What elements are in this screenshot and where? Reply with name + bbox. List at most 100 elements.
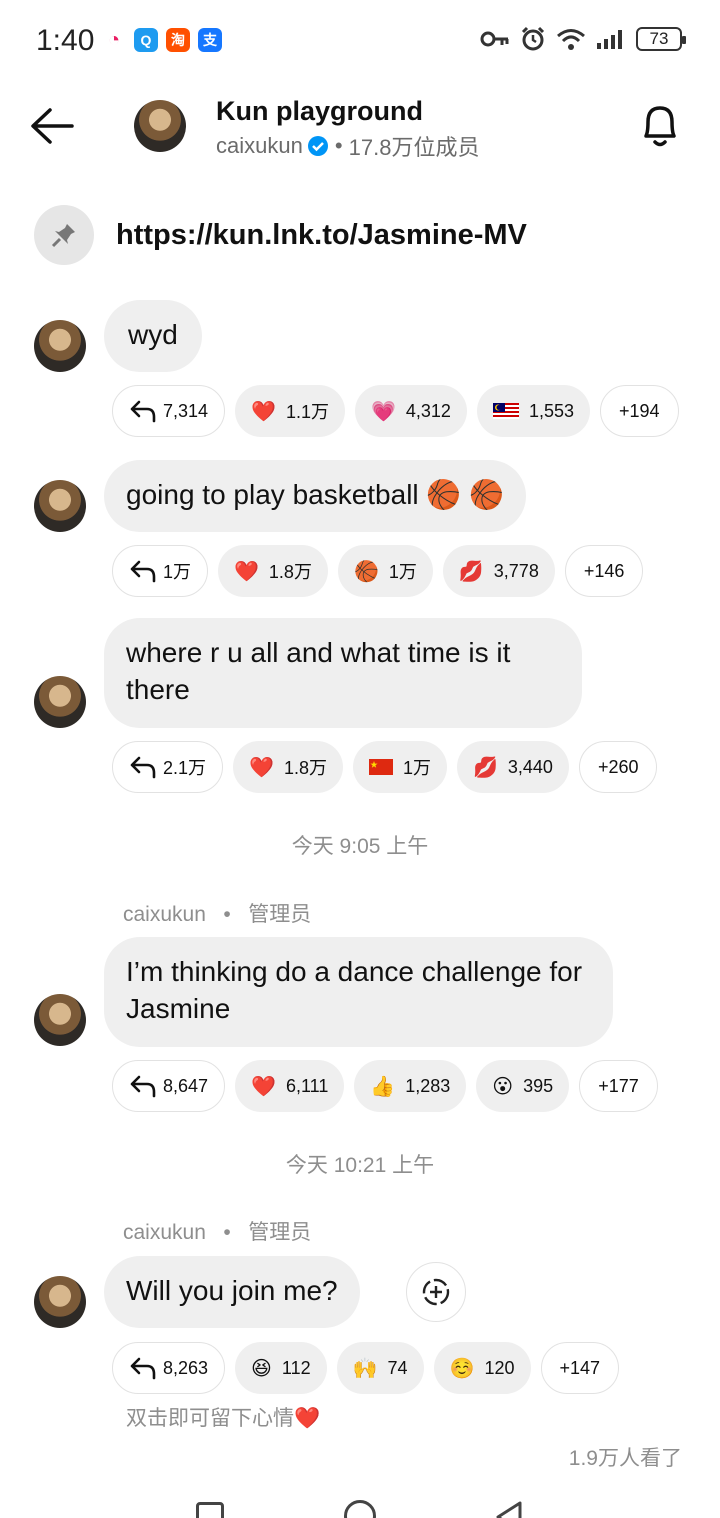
reply-icon xyxy=(130,1357,156,1380)
channel-title[interactable]: Kun playground xyxy=(216,96,423,127)
reply-button[interactable]: 8,647 xyxy=(112,1060,226,1112)
message-bubble[interactable]: wyd xyxy=(104,300,202,372)
avatar[interactable] xyxy=(34,994,86,1046)
sender-dot: • xyxy=(223,1221,231,1244)
reaction-row: 1万 ❤️ 1.8万 🏀 1万 💋 3,778 +146 xyxy=(112,545,644,597)
kiss-emoji-icon: 💋 xyxy=(472,756,498,779)
member-count: 17.8万位成员 xyxy=(348,135,480,160)
reaction-count: 1.1万 xyxy=(285,402,329,422)
reaction-count: 74 xyxy=(387,1357,408,1378)
china-flag-icon xyxy=(368,759,393,775)
reaction-chip[interactable]: ❤️ 6,111 xyxy=(235,1060,345,1112)
reply-count: 8,263 xyxy=(163,1357,209,1378)
more-reactions-button[interactable]: +146 xyxy=(564,545,644,597)
reply-button[interactable]: 7,314 xyxy=(112,385,226,437)
basketball-emoji-icon: 🏀 xyxy=(353,560,379,583)
reply-icon xyxy=(130,1075,156,1098)
qq-browser-icon: Q xyxy=(134,28,158,52)
reaction-chip[interactable]: 👍 1,283 xyxy=(354,1060,467,1112)
verified-badge-icon xyxy=(307,136,328,156)
more-reactions-button[interactable]: +194 xyxy=(599,385,679,437)
reaction-row: 2.1万 ❤️ 1.8万 1万 💋 3,440 +260 xyxy=(112,741,658,793)
recents-nav-icon[interactable] xyxy=(196,1502,224,1518)
reaction-row: 8,647 ❤️ 6,111 👍 1,283 😮 395 +177 xyxy=(112,1060,658,1112)
sender-name[interactable]: caixukun xyxy=(123,1221,206,1244)
malaysia-flag-icon xyxy=(492,403,519,419)
time-separator: 今天 10:21 上午 xyxy=(285,1154,435,1177)
channel-header: Kun playground caixukun • 17.8万位成员 xyxy=(0,86,720,166)
status-indicators: 73 xyxy=(480,26,686,52)
reaction-chip[interactable]: 💋 3,440 xyxy=(456,741,569,793)
signal-icon xyxy=(597,30,622,49)
reply-count: 1万 xyxy=(163,562,192,582)
battery-indicator: 73 xyxy=(636,27,686,51)
sender-label: caixukun • 管理员 xyxy=(123,1216,311,1246)
add-reaction-button[interactable] xyxy=(406,1262,466,1322)
channel-avatar[interactable] xyxy=(134,100,186,152)
reaction-chip[interactable]: 1万 xyxy=(352,741,447,793)
heart-emoji-icon: ❤️ xyxy=(251,1075,276,1098)
reaction-count: 1万 xyxy=(388,562,417,582)
reaction-count: 3,440 xyxy=(507,756,553,777)
reaction-chip[interactable]: ☺️ 120 xyxy=(433,1342,531,1394)
reaction-count: 1.8万 xyxy=(283,758,327,778)
reply-button[interactable]: 1万 xyxy=(112,545,209,597)
message-bubble[interactable]: I’m thinking do a dance challenge for Ja… xyxy=(104,937,613,1047)
more-reactions-button[interactable]: +147 xyxy=(540,1342,620,1394)
status-app-icons: ◔ Q 淘 支 xyxy=(102,28,222,52)
double-tap-hint: 双击即可留下心情❤️ xyxy=(126,1407,321,1430)
avatar[interactable] xyxy=(34,480,86,532)
reaction-row: 8,263 😆 112 🙌 74 ☺️ 120 +147 xyxy=(112,1342,620,1394)
reaction-chip[interactable]: 😮 395 xyxy=(476,1060,570,1112)
reaction-count: 1,553 xyxy=(528,400,574,421)
sender-dot: • xyxy=(223,903,231,926)
reply-count: 2.1万 xyxy=(163,758,207,778)
pink-heart-emoji-icon: 💗 xyxy=(370,400,396,423)
message-bubble[interactable]: Will you join me? xyxy=(104,1256,360,1328)
sender-role: 管理员 xyxy=(248,1221,312,1244)
reaction-chip[interactable]: 💋 3,778 xyxy=(442,545,555,597)
reaction-chip[interactable]: ❤️ 1.8万 xyxy=(233,741,343,793)
reply-icon xyxy=(130,756,156,779)
avatar[interactable] xyxy=(34,320,86,372)
reaction-chip[interactable]: ❤️ 1.1万 xyxy=(235,385,345,437)
seen-count[interactable]: 1.9万人看了 xyxy=(569,1442,682,1472)
home-nav-icon[interactable] xyxy=(344,1500,376,1518)
avatar[interactable] xyxy=(34,676,86,728)
reaction-count: 112 xyxy=(281,1357,311,1378)
more-reactions-button[interactable]: +260 xyxy=(578,741,658,793)
heart-emoji-icon: ❤️ xyxy=(234,560,259,583)
reaction-chip[interactable]: 💗 4,312 xyxy=(354,385,467,437)
status-bar: 1:40 ◔ Q 淘 支 73 xyxy=(0,0,720,80)
reaction-row: 7,314 ❤️ 1.1万 💗 4,312 1,553 +194 xyxy=(112,385,679,437)
sender-name[interactable]: caixukun xyxy=(123,903,206,926)
reaction-count: 395 xyxy=(523,1075,554,1096)
reply-icon xyxy=(130,560,156,583)
thumbs-up-emoji-icon: 👍 xyxy=(370,1075,396,1098)
reply-count: 7,314 xyxy=(163,400,209,421)
add-reaction-icon xyxy=(422,1278,450,1306)
message-bubble[interactable]: where r u all and what time is it there xyxy=(104,618,582,728)
back-arrow-icon[interactable] xyxy=(28,104,76,148)
reaction-chip[interactable]: 😆 112 xyxy=(235,1342,327,1394)
reply-button[interactable]: 2.1万 xyxy=(112,741,224,793)
key-icon xyxy=(480,31,509,47)
alarm-icon xyxy=(521,26,545,51)
reaction-chip[interactable]: 🏀 1万 xyxy=(337,545,433,597)
avatar[interactable] xyxy=(34,1276,86,1328)
channel-subtitle: caixukun • 17.8万位成员 xyxy=(216,130,480,162)
back-nav-icon[interactable] xyxy=(494,1500,524,1518)
pin-icon xyxy=(34,205,94,265)
bell-icon[interactable] xyxy=(638,100,682,150)
reaction-chip[interactable]: 1,553 xyxy=(476,385,590,437)
pinned-message[interactable]: https://kun.lnk.to/Jasmine-MV xyxy=(34,204,684,266)
sender-role: 管理员 xyxy=(248,903,312,926)
more-reactions-button[interactable]: +177 xyxy=(579,1060,658,1112)
pinned-link[interactable]: https://kun.lnk.to/Jasmine-MV xyxy=(116,219,527,252)
reply-button[interactable]: 8,263 xyxy=(112,1342,226,1394)
message-bubble[interactable]: going to play basketball 🏀 🏀 xyxy=(104,460,526,532)
channel-owner-username[interactable]: caixukun xyxy=(216,133,303,159)
reaction-chip[interactable]: 🙌 74 xyxy=(336,1342,424,1394)
reaction-chip[interactable]: ❤️ 1.8万 xyxy=(218,545,328,597)
reaction-count: 1万 xyxy=(402,758,431,778)
